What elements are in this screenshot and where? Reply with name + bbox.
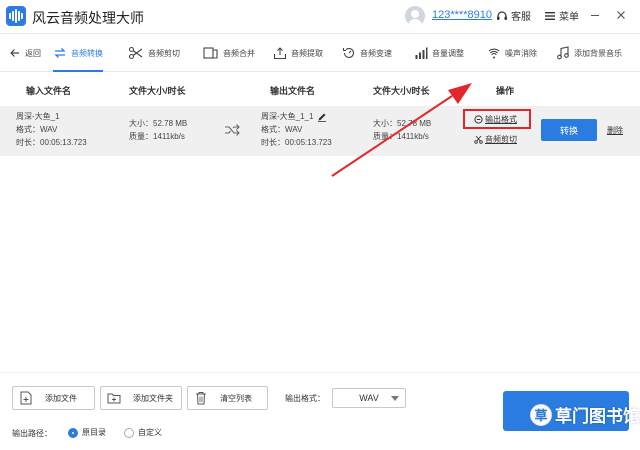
output-file-size: 大小：52.78 MB [373,119,432,128]
feature-nav: 返回 音频转换 音频剪切 音频合并 音频提取 音频变速 音量调整 噪声消除 添加… [0,34,640,72]
header-output-size: 文件大小/时长 [373,86,430,96]
service-label: 客服 [511,12,531,23]
merge-icon [203,47,218,59]
speed-icon [342,47,355,58]
input-file-duration: 时长：00:05:13.723 [16,138,87,147]
headset-icon [497,10,507,20]
add-file-label: 添加文件 [45,393,77,403]
highlight-box [463,109,531,129]
audio-cut-link[interactable]: 音频剪切 [474,134,517,145]
add-folder-label: 添加文件夹 [133,393,173,403]
tab-label: 噪声消除 [505,48,537,58]
output-file-size-info: 大小：52.78 MB 质量：1411kb/s [373,117,431,143]
tab-label: 添加背景音乐 [574,48,622,58]
output-file-name: 周深-大鱼_1_1 [261,112,314,121]
tab-label: 音频剪切 [148,48,180,58]
header-output-name: 输出文件名 [270,86,316,96]
add-folder-icon [107,390,121,406]
pencil-icon[interactable] [317,112,327,122]
menu-label: 菜单 [559,12,579,23]
header-input-size: 文件大小/时长 [129,86,186,96]
header-input-name: 输入文件名 [26,86,72,96]
close-button[interactable] [613,7,629,23]
radio-original-label: 原目录 [82,428,106,437]
input-file-format: 格式：WAV [16,125,58,134]
menu-button[interactable]: 菜单 [544,8,579,23]
tab-audio-cut[interactable]: 音频剪切 [128,34,180,72]
audio-cut-label: 音频剪切 [485,135,517,144]
tab-label: 音频变速 [360,48,392,58]
minimize-button[interactable] [587,7,603,23]
output-file-duration: 时长：00:05:13.723 [261,138,332,147]
convert-button[interactable]: 转换 [541,119,597,141]
back-label: 返回 [25,48,41,58]
output-file-format: 格式：WAV [261,125,303,134]
add-file-button[interactable]: 添加文件 [12,386,95,410]
output-format-select[interactable]: WAV [332,388,406,408]
tab-label: 音频合并 [223,48,255,58]
minimize-icon [591,15,599,16]
output-path-label: 输出路径： [12,429,52,438]
trash-icon [194,390,208,406]
scissors-icon [474,135,483,144]
radio-custom-label: 自定义 [138,428,162,437]
radio-unchecked-icon [124,427,134,438]
radio-checked-icon [68,427,78,438]
volume-bars-icon [415,47,428,59]
output-format-value: WAV [359,393,379,403]
output-file-quality: 质量：1411kb/s [373,132,429,141]
tab-audio-merge[interactable]: 音频合并 [203,34,255,72]
output-file-name-line: 周深-大鱼_1_1 [261,110,332,123]
title-bar: 风云音频处理大师 123****8910 客服 菜单 [0,0,640,34]
music-note-icon [557,46,569,60]
table-row[interactable]: 周深-大鱼_1 格式：WAV 时长：00:05:13.723 大小：52.78 … [0,106,640,156]
tab-label: 音频提取 [291,48,323,58]
delete-link[interactable]: 删除 [607,125,623,136]
tab-audio-convert[interactable]: 音频转换 [53,34,103,72]
tab-add-bgm[interactable]: 添加背景音乐 [556,34,622,72]
convert-arrows-icon [225,124,240,136]
back-button[interactable]: 返回 [9,34,41,72]
noise-icon [488,48,500,59]
arrow-left-icon [10,49,19,57]
convert-icon [54,48,66,58]
avatar[interactable] [405,6,425,26]
clear-list-button[interactable]: 清空列表 [187,386,268,410]
input-file-quality: 质量：1411kb/s [129,132,185,141]
app-title: 风云音频处理大师 [32,10,144,26]
watermark-text: 草门图书馆 [555,407,640,426]
watermark-logo-icon: 草 [530,403,552,426]
radio-custom-dir[interactable]: 自定义 [124,427,162,438]
file-table-header: 输入文件名 文件大小/时长 输出文件名 文件大小/时长 操作 [0,72,640,106]
add-folder-button[interactable]: 添加文件夹 [100,386,182,410]
service-button[interactable]: 客服 [496,8,531,23]
output-file-info: 周深-大鱼_1_1 格式：WAV 时长：00:05:13.723 [261,110,332,149]
input-file-size: 大小：52.78 MB [129,119,188,128]
close-icon [617,11,625,19]
upload-box-icon [273,47,287,60]
scissors-icon [128,46,143,60]
input-file-name: 周深-大鱼_1 [16,112,60,121]
account-phone-link[interactable]: 123****8910 [432,9,492,21]
bottom-divider [0,372,640,373]
tab-label: 音频转换 [71,48,103,58]
chevron-down-icon [391,396,399,401]
input-file-size-info: 大小：52.78 MB 质量：1411kb/s [129,117,187,143]
tab-audio-extract[interactable]: 音频提取 [273,34,323,72]
clear-list-label: 清空列表 [220,393,252,403]
radio-original-dir[interactable]: 原目录 [68,427,106,438]
tab-label: 音量调整 [432,48,464,58]
tab-audio-speed[interactable]: 音频变速 [342,34,392,72]
add-file-icon [19,390,33,406]
output-format-label: 输出格式： [285,394,325,403]
watermark: 草 草门图书馆 [530,402,640,427]
menu-icon [545,11,555,20]
tab-noise-removal[interactable]: 噪声消除 [487,34,537,72]
tab-volume-adjust[interactable]: 音量调整 [414,34,464,72]
app-logo-icon [6,6,26,26]
header-operations: 操作 [496,86,515,96]
input-file-info: 周深-大鱼_1 格式：WAV 时长：00:05:13.723 [16,110,87,149]
